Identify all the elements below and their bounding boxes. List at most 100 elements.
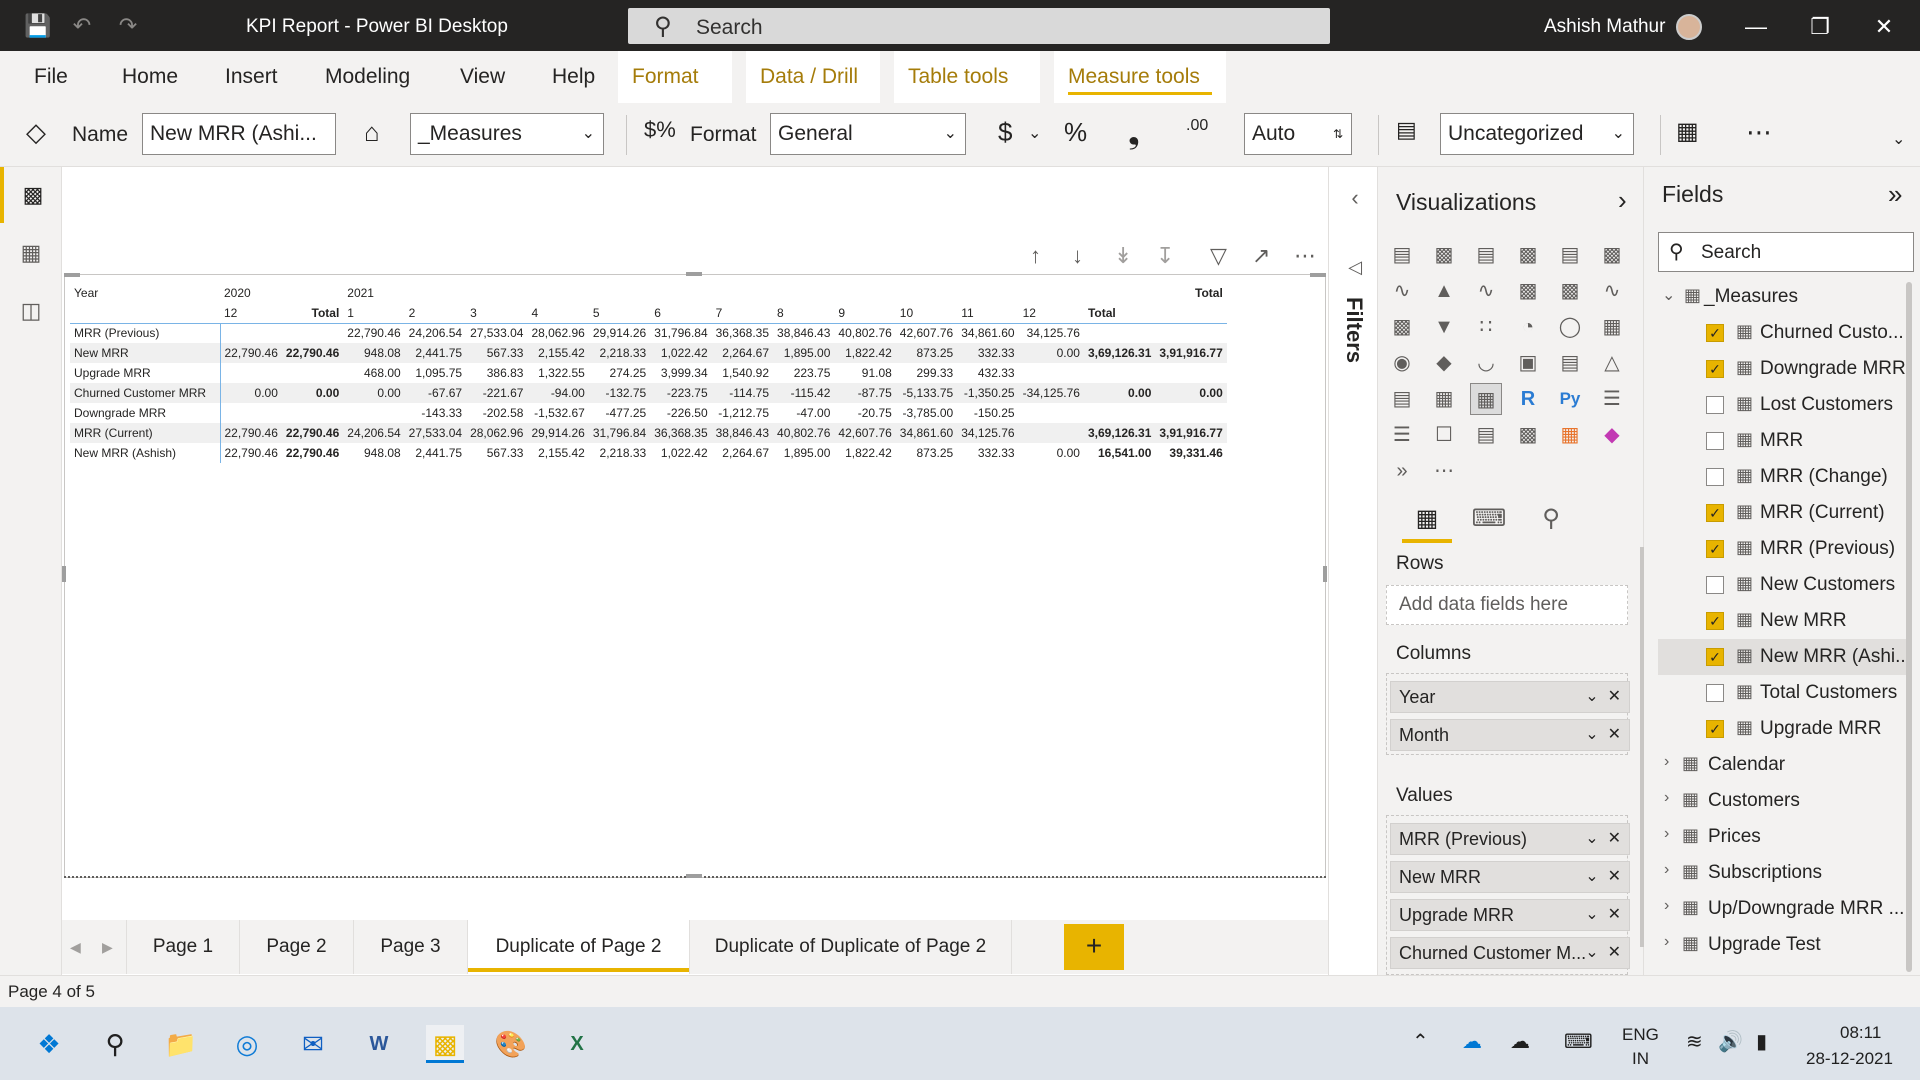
remove-chevron-icons[interactable]: ⌄ ✕ [1585, 720, 1621, 750]
tab-format[interactable]: Format [618, 51, 732, 103]
matrix-cell[interactable]: -150.25 [957, 403, 1018, 423]
column-field-year[interactable]: Year ⌄ ✕ [1390, 681, 1630, 713]
fields-search-input[interactable]: ⚲ Search [1658, 232, 1914, 272]
matrix-cell[interactable] [220, 363, 282, 383]
report-view-icon[interactable]: ▩ [0, 167, 62, 223]
value-field[interactable]: New MRR ⌄ ✕ [1390, 861, 1630, 893]
matrix-cell[interactable]: -34,125.76 [1018, 383, 1084, 403]
chevron-right-icon[interactable]: › [1664, 789, 1669, 807]
matrix-cell[interactable]: 1,540.92 [712, 363, 773, 383]
word-icon[interactable]: W [360, 1025, 398, 1063]
decomposition-tree-icon[interactable]: ☰ [1386, 419, 1418, 451]
matrix-cell[interactable]: 91.08 [834, 363, 895, 383]
page-tab-active[interactable]: Duplicate of Page 2 [468, 920, 690, 974]
field-checkbox[interactable]: ✓ [1706, 612, 1724, 630]
cloud-icon[interactable]: ☁ [1510, 1029, 1530, 1054]
field-measure[interactable]: ✓ ▦ New MRR (Ashi... [1658, 639, 1911, 675]
chevron-up-icon[interactable]: ⌃ [1412, 1029, 1429, 1054]
matrix-cell[interactable]: 34,125.76 [1019, 323, 1084, 343]
field-table[interactable]: › ▦ Calendar [1658, 747, 1906, 783]
tab-home[interactable]: Home [108, 51, 192, 103]
chevron-right-icon[interactable]: › [1664, 753, 1669, 771]
matrix-cell[interactable]: 36,368.35 [712, 323, 773, 343]
map-icon[interactable]: ◉ [1386, 347, 1418, 379]
matrix-cell[interactable]: 22,790.46 [281, 343, 344, 363]
chevron-right-icon[interactable]: › [1664, 861, 1669, 879]
resize-handle[interactable] [62, 566, 66, 582]
matrix-cell[interactable]: 2,264.67 [711, 343, 774, 363]
excel-icon[interactable]: X [558, 1025, 596, 1063]
matrix-cell[interactable] [282, 403, 343, 423]
field-checkbox[interactable]: ✓ [1706, 504, 1724, 522]
chevron-right-icon[interactable]: › [1618, 185, 1627, 216]
100-bar-icon[interactable]: ▤ [1554, 239, 1586, 271]
filled-map-icon[interactable]: ◆ [1428, 347, 1460, 379]
matrix-cell[interactable]: 0.00 [220, 383, 282, 403]
matrix-cell[interactable]: 16,541.00 [1084, 443, 1155, 463]
matrix-cell[interactable]: -132.75 [588, 383, 651, 403]
restore-icon[interactable]: ❐ [1792, 0, 1848, 51]
matrix-cell[interactable]: 36,368.35 [650, 423, 712, 443]
resize-handle[interactable] [64, 273, 80, 277]
measure-name-field[interactable]: New MRR (Ashi... [142, 113, 336, 155]
row-header[interactable]: Churned Customer MRR [70, 383, 221, 403]
matrix-cell[interactable]: 3,69,126.31 [1083, 343, 1156, 363]
field-measure[interactable]: ▦ Total Customers [1658, 675, 1906, 711]
matrix-icon[interactable]: ▦ [1470, 383, 1502, 415]
matrix-cell[interactable]: 34,861.60 [957, 323, 1018, 343]
matrix-cell[interactable]: 0.00 [281, 383, 344, 403]
stacked-bar-icon[interactable]: ▤ [1386, 239, 1418, 271]
row-header[interactable]: Upgrade MRR [70, 363, 221, 383]
matrix-cell[interactable]: -1,212.75 [712, 403, 773, 423]
collapse-pane-icon[interactable]: » [1888, 179, 1902, 210]
matrix-cell[interactable] [282, 323, 343, 343]
matrix-cell[interactable]: -226.50 [650, 403, 711, 423]
matrix-cell[interactable]: 567.33 [466, 343, 528, 363]
field-measure[interactable]: ✓ ▦ New MRR [1658, 603, 1906, 639]
clock-time[interactable]: 08:11 [1840, 1023, 1881, 1043]
expand-hierarchy-icon[interactable]: ↧ [1156, 243, 1174, 269]
field-measure[interactable]: ✓ ▦ MRR (Current) [1658, 495, 1906, 531]
matrix-cell[interactable]: 223.75 [773, 363, 834, 383]
row-header[interactable]: New MRR (Ashish) [70, 443, 221, 463]
matrix-cell[interactable]: -5,133.75 [895, 383, 958, 403]
matrix-cell[interactable]: 1,822.42 [834, 443, 895, 463]
matrix-cell[interactable]: 948.08 [343, 443, 404, 463]
matrix-cell[interactable]: 40,802.76 [834, 323, 895, 343]
spinner-icon[interactable]: ⇅ [1333, 114, 1343, 154]
resize-handle[interactable] [686, 874, 702, 878]
matrix-cell[interactable]: 0.00 [1155, 383, 1227, 403]
language-bottom[interactable]: IN [1632, 1049, 1649, 1069]
matrix-cell[interactable]: 27,533.04 [466, 323, 527, 343]
chevron-down-icon[interactable]: ⌄ [1662, 285, 1675, 305]
matrix-cell[interactable]: -20.75 [834, 403, 895, 423]
field-measure[interactable]: ✓ ▦ Downgrade MRR [1658, 351, 1906, 387]
home-table-select[interactable]: _Measures ⌄ [410, 113, 604, 155]
matrix-cell[interactable]: 2,218.33 [589, 443, 650, 463]
resize-handle[interactable] [1310, 273, 1326, 277]
matrix-cell[interactable]: 28,062.96 [527, 323, 588, 343]
search-icon[interactable]: ⚲ [96, 1025, 134, 1063]
tab-measure-tools[interactable]: Measure tools [1054, 51, 1226, 103]
area-chart-icon[interactable]: ▲ [1428, 275, 1460, 307]
kpi-icon[interactable]: △ [1596, 347, 1628, 379]
chevron-right-icon[interactable]: › [1664, 825, 1669, 843]
matrix-cell[interactable]: 1,022.42 [650, 343, 712, 363]
scatter-icon[interactable]: ∷ [1470, 311, 1502, 343]
matrix-cell[interactable]: 34,861.60 [895, 423, 958, 443]
matrix-cell[interactable]: 24,206.54 [405, 323, 466, 343]
language-top[interactable]: ENG [1622, 1025, 1659, 1045]
matrix-cell[interactable]: -94.00 [527, 383, 589, 403]
outlook-icon[interactable]: ✉ [294, 1025, 332, 1063]
matrix-cell[interactable]: 873.25 [896, 443, 957, 463]
field-measure[interactable]: ▦ MRR [1658, 423, 1906, 459]
donut-icon[interactable]: ◯ [1554, 311, 1586, 343]
decimal-places-field[interactable]: Auto ⇅ [1244, 113, 1352, 155]
battery-icon[interactable]: ▮ [1756, 1029, 1767, 1054]
matrix-cell[interactable]: -67.67 [404, 383, 467, 403]
r-visual-icon[interactable]: R [1512, 383, 1544, 415]
matrix-cell[interactable]: 42,607.76 [896, 323, 957, 343]
matrix-cell[interactable]: 28,062.96 [466, 423, 528, 443]
matrix-cell[interactable]: 38,846.43 [773, 323, 834, 343]
matrix-cell[interactable]: 1,095.75 [405, 363, 466, 383]
